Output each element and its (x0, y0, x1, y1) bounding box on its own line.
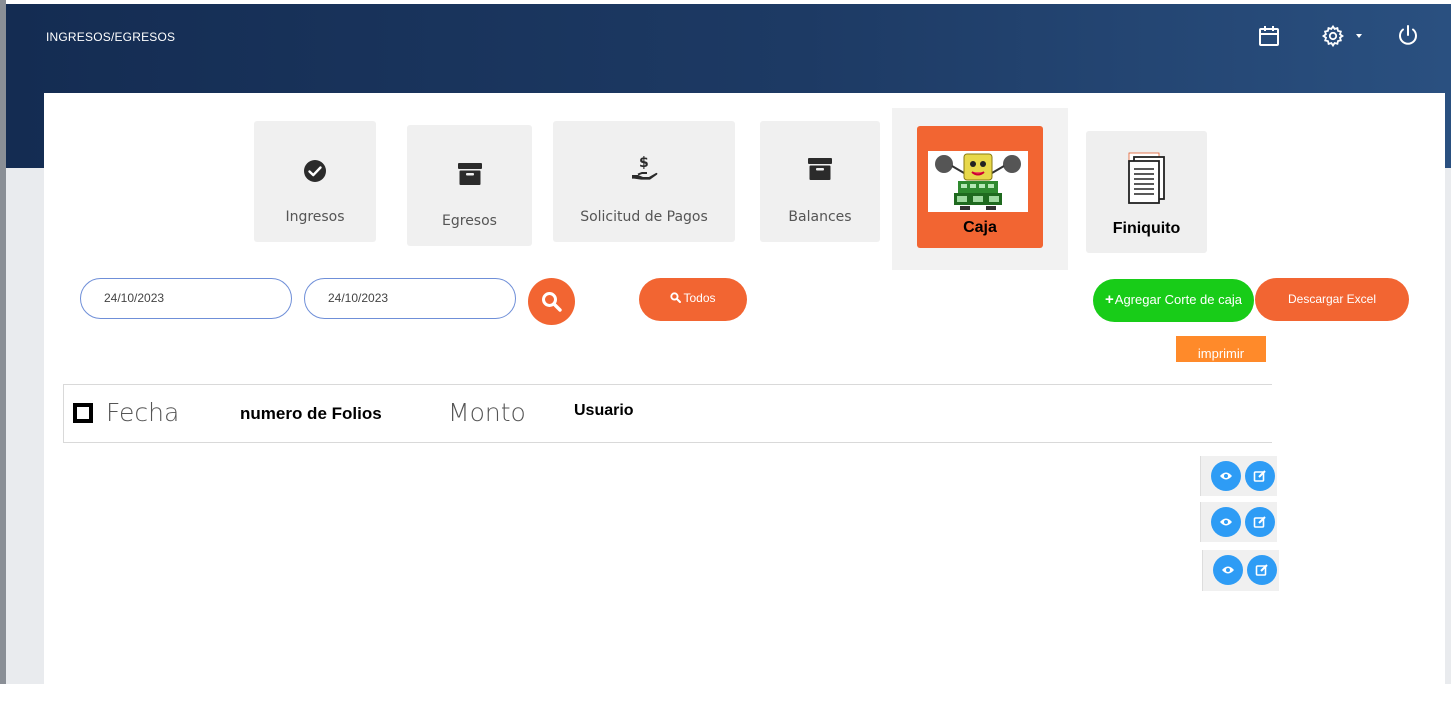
tile-solicitud-de-pagos[interactable]: $ Solicitud de Pagos (553, 121, 735, 242)
add-cash-cut-button[interactable]: +Agregar Corte de caja (1093, 279, 1254, 322)
edit-button[interactable] (1245, 507, 1275, 537)
tile-ingresos[interactable]: Ingresos (254, 121, 376, 242)
edit-button[interactable] (1245, 461, 1275, 491)
documents-stack-icon (1125, 151, 1169, 208)
date-to-input[interactable]: 24/10/2023 (304, 278, 516, 319)
column-header-usuario[interactable]: Usuario (574, 402, 634, 420)
table-row-actions (1200, 502, 1277, 542)
eye-icon (1222, 566, 1234, 574)
archive-box-icon (807, 157, 833, 184)
view-button[interactable] (1211, 507, 1241, 537)
add-cash-cut-label: Agregar Corte de caja (1114, 292, 1242, 307)
calendar-icon[interactable] (1257, 24, 1281, 48)
chevron-down-icon[interactable] (1356, 34, 1362, 38)
tile-label: Solicitud de Pagos (580, 209, 708, 225)
edit-icon (1253, 516, 1266, 528)
date-from-input[interactable]: 24/10/2023 (80, 278, 292, 319)
todos-label: Todos (683, 291, 716, 305)
todos-button[interactable]: Todos (639, 278, 747, 321)
check-circle-icon (303, 159, 327, 186)
view-button[interactable] (1211, 461, 1241, 491)
column-header-fecha[interactable]: Fecha (106, 398, 179, 427)
page-background-left (6, 168, 44, 684)
svg-text:$: $ (639, 155, 649, 171)
page-title: INGRESOS/EGRESOS (46, 30, 176, 44)
table-row-actions (1200, 456, 1277, 496)
column-header-folios[interactable]: numero de Folios (240, 404, 382, 424)
power-icon[interactable] (1396, 24, 1420, 48)
page-background-right (1445, 168, 1451, 684)
view-button[interactable] (1213, 555, 1243, 585)
search-icon (670, 292, 682, 303)
table-row-actions (1202, 550, 1279, 591)
search-button[interactable] (528, 278, 575, 325)
eye-icon (1220, 472, 1232, 480)
edit-button[interactable] (1247, 555, 1277, 585)
tile-balances[interactable]: Balances (760, 121, 880, 242)
tile-egresos[interactable]: Egresos (407, 125, 532, 246)
gear-icon[interactable] (1321, 24, 1345, 48)
tile-label: Finiquito (1112, 220, 1181, 237)
edit-icon (1255, 564, 1268, 576)
search-icon (542, 292, 562, 312)
archive-box-icon (457, 162, 483, 189)
tile-caja[interactable]: Caja (917, 126, 1043, 248)
tile-finiquito[interactable]: Finiquito (1086, 131, 1207, 253)
download-excel-button[interactable]: Descargar Excel (1255, 278, 1409, 321)
tile-label: Caja (963, 219, 997, 236)
column-header-monto[interactable]: Monto (448, 398, 526, 427)
tile-label: Egresos (442, 213, 497, 229)
plus-icon: + (1105, 291, 1114, 308)
eye-icon (1220, 518, 1232, 526)
table-header: Fecha numero de Folios Monto Usuario (63, 384, 1272, 443)
cash-register-mascot-icon (928, 151, 1028, 212)
page: INGRESOS/EGRESOS Ingresos Egresos $ Soli… (0, 0, 1451, 721)
select-all-checkbox[interactable] (73, 403, 93, 423)
tile-label: Ingresos (285, 209, 345, 225)
hand-dollar-icon: $ (629, 154, 659, 187)
page-bottom (0, 684, 1451, 721)
tile-label: Balances (788, 209, 852, 225)
edit-icon (1253, 470, 1266, 482)
print-button[interactable]: imprimir (1176, 336, 1266, 362)
